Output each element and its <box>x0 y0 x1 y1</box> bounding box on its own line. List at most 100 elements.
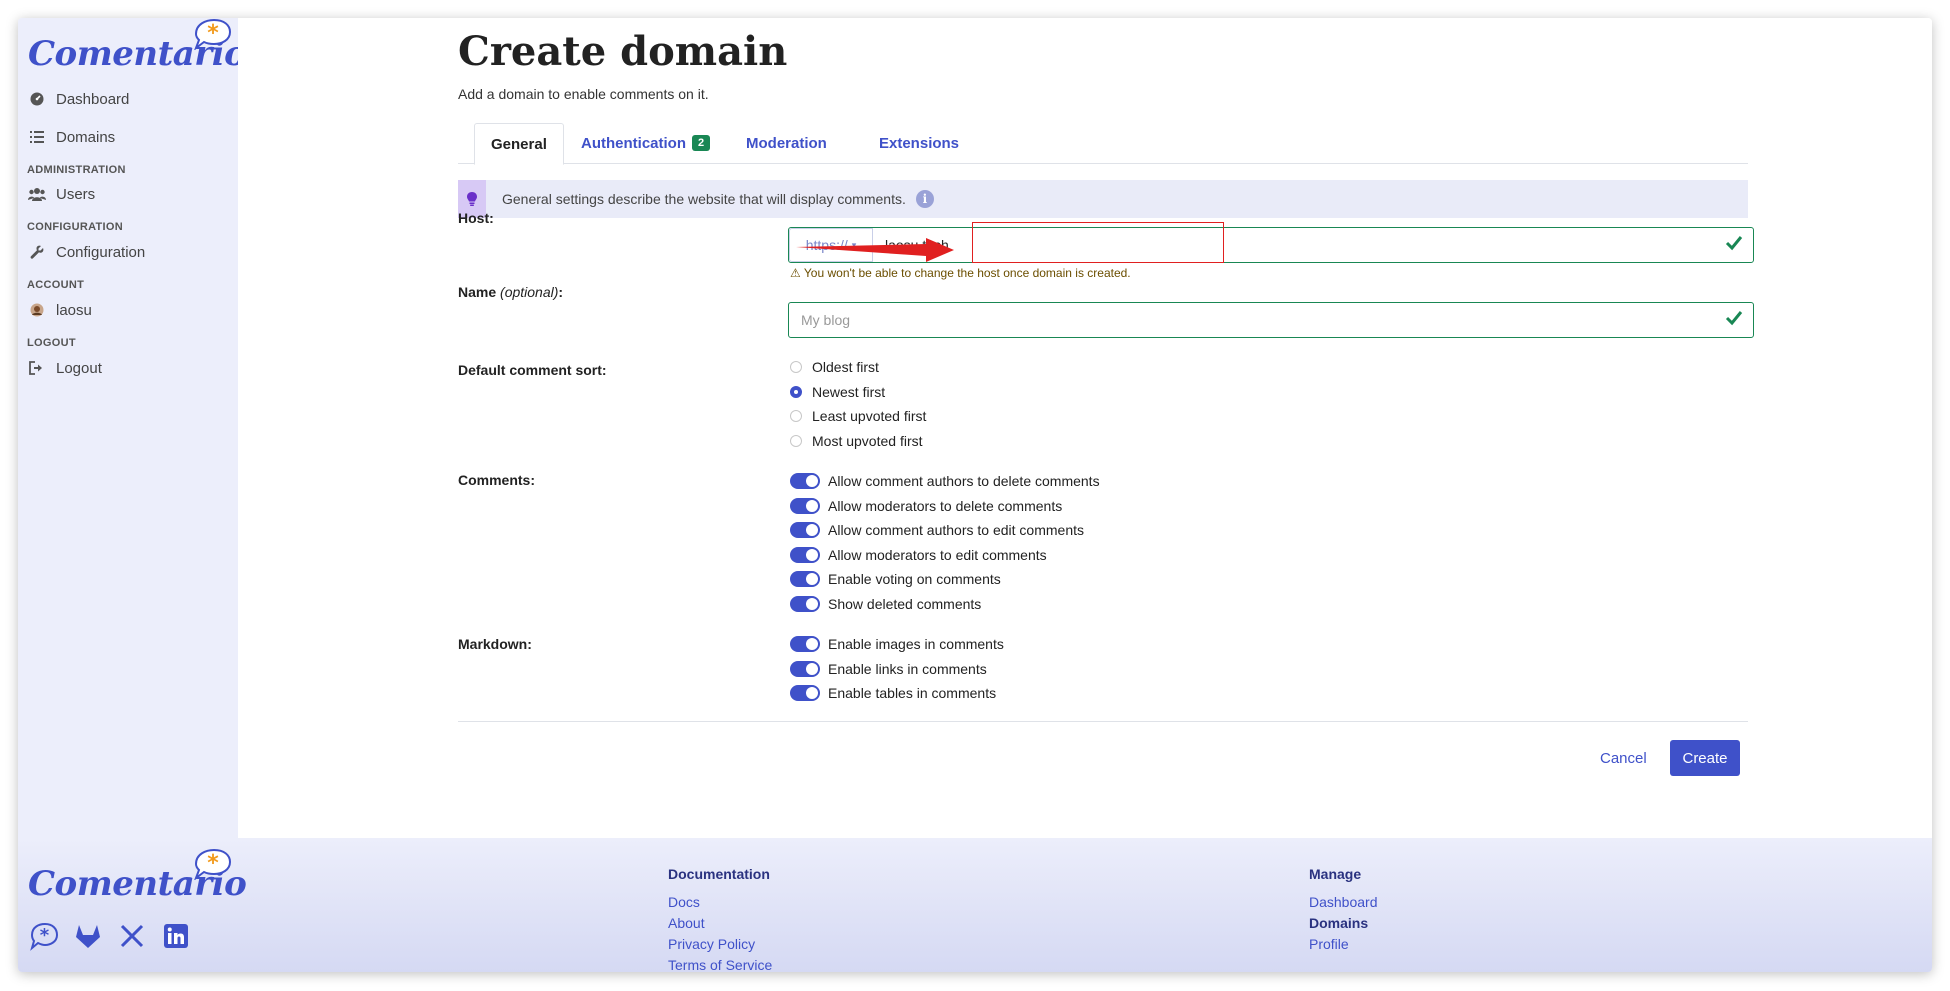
radio-most-upvoted[interactable]: Most upvoted first <box>790 431 923 451</box>
footer-link-profile[interactable]: Profile <box>1309 936 1349 952</box>
sidebar-item-label: Dashboard <box>56 90 130 108</box>
footer-link-terms[interactable]: Terms of Service <box>668 957 772 972</box>
toggle-label: Allow comment authors to edit comments <box>828 522 1084 538</box>
toggle-label: Allow comment authors to delete comments <box>828 473 1100 489</box>
toggle-switch[interactable] <box>790 685 820 701</box>
footer-link-about[interactable]: About <box>668 915 705 931</box>
toggle-label: Allow moderators to delete comments <box>828 498 1063 514</box>
sidebar-item-label: Users <box>56 185 96 203</box>
sidebar-item-account[interactable]: laosu <box>28 297 92 323</box>
toggle-switch[interactable] <box>790 473 820 489</box>
sidebar: Comentario * Dashboard Domains ADMINISTR… <box>18 18 247 838</box>
name-label-suffix: : <box>558 284 564 300</box>
toggle-row[interactable]: Enable tables in comments <box>790 683 996 703</box>
toggle-label: Allow moderators to edit comments <box>828 547 1047 563</box>
toggle-row[interactable]: Allow comment authors to delete comments <box>790 471 1100 491</box>
toggle-switch[interactable] <box>790 498 820 514</box>
toggle-switch[interactable] <box>790 661 820 677</box>
sidebar-item-users[interactable]: Users <box>28 181 95 207</box>
wrench-icon <box>28 243 46 261</box>
linkedin-icon[interactable] <box>160 920 192 952</box>
tab-moderation[interactable]: Moderation <box>746 123 827 163</box>
sort-label: Default comment sort: <box>458 362 607 378</box>
radio-label: Least upvoted first <box>812 408 927 424</box>
footer-logo[interactable]: Comentario * <box>28 848 247 910</box>
count-badge: 2 <box>692 135 711 151</box>
sidebar-item-domains[interactable]: Domains <box>28 124 115 150</box>
brand-logo[interactable]: Comentario * <box>28 18 248 80</box>
footer-manage-heading: Manage <box>1309 866 1362 882</box>
radio-button[interactable] <box>790 386 802 398</box>
toggle-row[interactable]: Show deleted comments <box>790 594 981 614</box>
footer-link-privacy[interactable]: Privacy Policy <box>668 936 755 952</box>
footer-link-dashboard[interactable]: Dashboard <box>1309 894 1378 910</box>
tab-extensions[interactable]: Extensions <box>879 123 959 163</box>
annotation-highlight-box <box>972 222 1224 263</box>
toggle-label: Enable images in comments <box>828 636 1004 652</box>
toggle-switch[interactable] <box>790 522 820 538</box>
footer-link-docs[interactable]: Docs <box>668 894 700 910</box>
sidebar-section-title: CONFIGURATION <box>27 221 123 233</box>
footer-link-domains[interactable]: Domains <box>1309 915 1368 931</box>
info-icon[interactable]: i <box>915 190 934 208</box>
main-content: Create domain Add a domain to enable com… <box>238 18 1932 838</box>
radio-least-upvoted[interactable]: Least upvoted first <box>790 406 926 426</box>
tab-label: Extensions <box>879 134 960 152</box>
toggle-row[interactable]: Allow comment authors to edit comments <box>790 520 1084 540</box>
name-label: Name (optional): <box>458 284 563 300</box>
tab-label: Moderation <box>746 134 827 152</box>
footer-docs-heading: Documentation <box>668 866 770 882</box>
speech-bubble-icon: * <box>194 848 232 880</box>
name-label-optional: (optional) <box>500 284 559 300</box>
x-icon[interactable] <box>116 920 148 952</box>
sidebar-item-label: Logout <box>56 359 102 377</box>
sidebar-item-configuration[interactable]: Configuration <box>28 239 145 265</box>
check-icon <box>1725 236 1743 251</box>
sidebar-item-label: Domains <box>56 128 116 146</box>
gitlab-icon[interactable] <box>72 920 104 952</box>
dashboard-icon <box>28 90 46 108</box>
sidebar-item-label: laosu <box>56 301 92 319</box>
host-warning: ⚠ You won't be able to change the host o… <box>790 266 1131 280</box>
social-links: * <box>28 920 192 952</box>
radio-label: Newest first <box>812 384 886 400</box>
radio-button[interactable] <box>790 435 802 447</box>
comentario-icon[interactable]: * <box>28 920 60 952</box>
host-label: Host: <box>458 210 494 226</box>
radio-newest-first[interactable]: Newest first <box>790 382 885 402</box>
tab-general[interactable]: General <box>474 123 564 165</box>
info-text: General settings describe the website th… <box>502 191 906 207</box>
users-icon <box>28 185 46 203</box>
toggle-switch[interactable] <box>790 571 820 587</box>
radio-oldest-first[interactable]: Oldest first <box>790 357 879 377</box>
toggle-row[interactable]: Allow moderators to delete comments <box>790 496 1062 516</box>
toggle-switch[interactable] <box>790 596 820 612</box>
app-window: Comentario * Dashboard Domains ADMINISTR… <box>18 18 1932 972</box>
create-button[interactable]: Create <box>1670 740 1740 776</box>
info-alert: General settings describe the website th… <box>458 180 1748 218</box>
sidebar-section-title: ADMINISTRATION <box>27 164 126 176</box>
toggle-row[interactable]: Allow moderators to edit comments <box>790 545 1047 565</box>
toggle-row[interactable]: Enable links in comments <box>790 659 987 679</box>
toggle-switch[interactable] <box>790 547 820 563</box>
svg-text:*: * <box>40 925 50 946</box>
sign-out-icon <box>28 359 46 377</box>
cancel-button[interactable]: Cancel <box>1600 750 1647 767</box>
toggle-row[interactable]: Enable voting on comments <box>790 569 1001 589</box>
page-subtitle: Add a domain to enable comments on it. <box>458 86 709 102</box>
toggle-label: Enable links in comments <box>828 661 987 677</box>
name-label-text: Name <box>458 284 497 300</box>
svg-text:*: * <box>207 851 219 876</box>
sidebar-section-title: LOGOUT <box>27 337 76 349</box>
tab-authentication[interactable]: Authentication 2 <box>581 123 711 163</box>
host-warning-text: You won't be able to change the host onc… <box>803 266 1131 280</box>
toggle-switch[interactable] <box>790 636 820 652</box>
radio-button[interactable] <box>790 410 802 422</box>
radio-button[interactable] <box>790 361 802 373</box>
divider <box>458 721 1748 722</box>
sidebar-item-dashboard[interactable]: Dashboard <box>28 86 129 112</box>
footer: Comentario * * Documentation Docs About … <box>18 838 1932 972</box>
sidebar-item-logout[interactable]: Logout <box>28 355 102 381</box>
toggle-row[interactable]: Enable images in comments <box>790 634 1004 654</box>
name-field[interactable]: My blog <box>788 302 1754 338</box>
